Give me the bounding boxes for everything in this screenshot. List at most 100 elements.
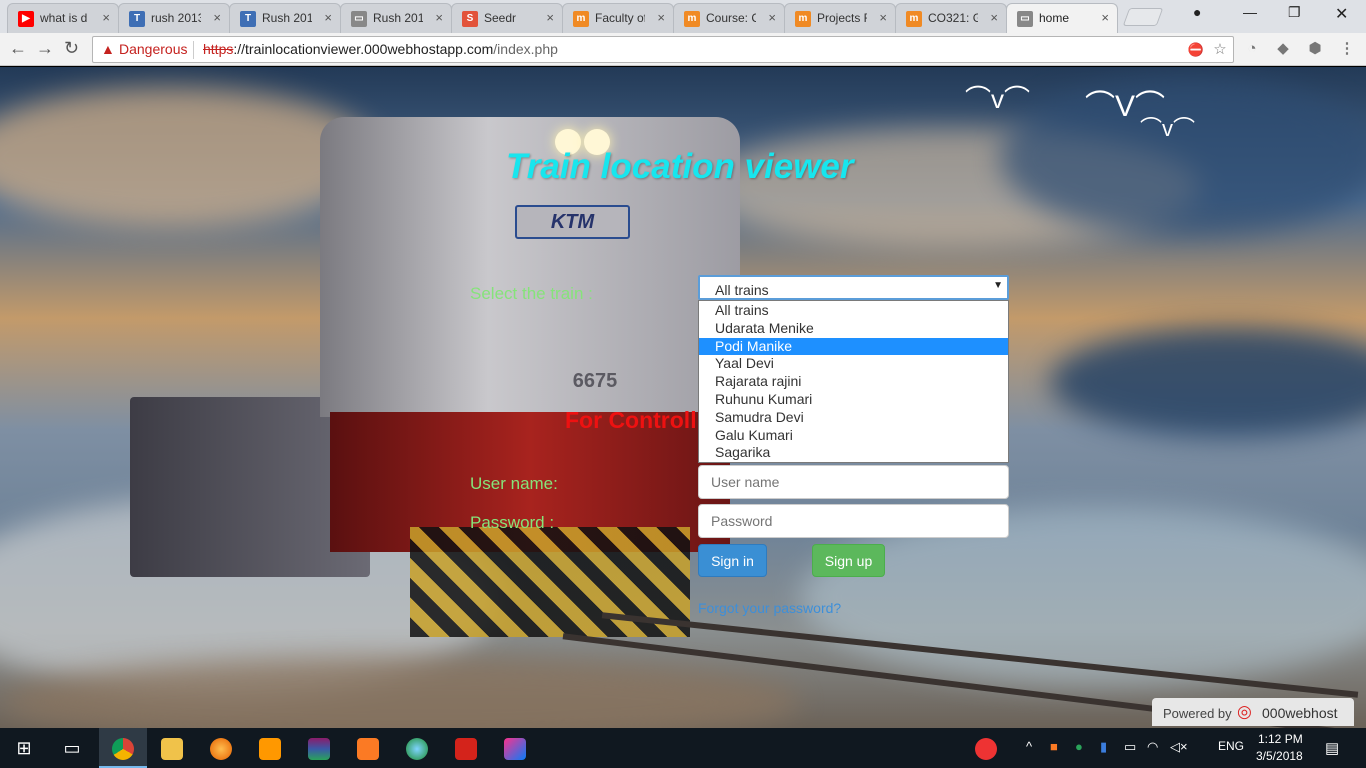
clock-time[interactable]: 1:12 PM: [1258, 732, 1303, 746]
train-option[interactable]: Udarata Menike: [699, 320, 1008, 337]
extension-timer-icon[interactable]: ◔: [1243, 40, 1261, 58]
browser-tab[interactable]: m Course: C ×: [673, 3, 785, 33]
minimize-icon[interactable]: —: [1243, 4, 1257, 20]
train-option[interactable]: Galu Kumari: [699, 427, 1008, 444]
train-logo-plate: KTM: [515, 205, 630, 239]
profile-icon[interactable]: ●: [1193, 4, 1201, 20]
sign-up-button[interactable]: Sign up: [812, 544, 885, 577]
menu-icon[interactable]: ⋮: [1338, 40, 1356, 58]
taskbar-winrar[interactable]: [295, 728, 343, 768]
browser-tab[interactable]: m Faculty of ×: [562, 3, 674, 33]
task-view-button[interactable]: ▭: [48, 728, 96, 768]
tab-close-icon[interactable]: ×: [1101, 10, 1109, 25]
powered-by-badge[interactable]: Powered by ◎ 000webhost: [1152, 698, 1354, 726]
address-divider: [193, 41, 194, 59]
language-indicator[interactable]: ENG: [1218, 739, 1244, 753]
tab-close-icon[interactable]: ×: [324, 10, 332, 25]
tray-app-icon[interactable]: ▮: [1100, 739, 1107, 755]
url-scheme: https: [203, 41, 234, 57]
close-window-icon[interactable]: ✕: [1335, 4, 1348, 24]
windows-taskbar: ⊞ ▭ ^ ■ ● ▮ ▭ ◠ ◁× ENG 1:12 PM 3/5/2018 …: [0, 728, 1366, 768]
winrar-icon: [308, 738, 330, 761]
tab-title: CO321: G: [928, 11, 978, 25]
forgot-password-link[interactable]: Forgot your password?: [698, 600, 841, 616]
tab-title: Rush 201: [373, 11, 423, 25]
document-icon: ▭: [1017, 11, 1033, 27]
reload-icon[interactable]: ↻: [64, 38, 79, 59]
taskbar-network-tool[interactable]: [393, 728, 441, 768]
train-option[interactable]: All trains: [699, 302, 1008, 319]
tab-title: Seedr: [484, 11, 517, 25]
tab-title: Rush 201: [262, 11, 312, 25]
username-input[interactable]: [698, 465, 1009, 499]
new-tab-button[interactable]: [1122, 8, 1164, 26]
browser-tab[interactable]: Trush 2013 ×: [118, 3, 230, 33]
start-button[interactable]: ⊞: [0, 728, 48, 768]
train-select[interactable]: All trains ▼: [698, 275, 1009, 300]
sublime-icon: [259, 738, 281, 761]
warning-icon: ▲: [101, 41, 115, 57]
browser-tab[interactable]: m CO321: G ×: [895, 3, 1007, 33]
browser-tab[interactable]: m Projects F ×: [784, 3, 896, 33]
tab-close-icon[interactable]: ×: [657, 10, 665, 25]
taskbar-file-explorer[interactable]: [148, 728, 196, 768]
train-option[interactable]: Podi Manike: [699, 337, 1008, 355]
tab-close-icon[interactable]: ×: [990, 10, 998, 25]
tab-close-icon[interactable]: ×: [102, 10, 110, 25]
taskbar-xampp[interactable]: [344, 728, 392, 768]
tab-close-icon[interactable]: ×: [435, 10, 443, 25]
browser-tab[interactable]: ▶ what is d ×: [7, 3, 119, 33]
tab-close-icon[interactable]: ×: [546, 10, 554, 25]
browser-tab-strip: ▶ what is d × Trush 2013 × T Rush 201 × ▭ Rush 20…: [0, 0, 1366, 33]
browser-tab[interactable]: S Seedr ×: [451, 3, 563, 33]
taskbar-chrome[interactable]: [99, 728, 147, 768]
wifi-icon[interactable]: ◠: [1147, 739, 1158, 755]
back-icon[interactable]: ←: [9, 38, 27, 59]
browser-tab[interactable]: T Rush 201 ×: [229, 3, 341, 33]
tray-xampp-icon[interactable]: ■: [1050, 739, 1058, 754]
maximize-icon[interactable]: ❐: [1288, 4, 1301, 21]
volume-icon[interactable]: ◁×: [1170, 739, 1188, 755]
address-bar[interactable]: ▲ Dangerous https://trainlocationviewer.…: [92, 36, 1234, 63]
cloud: [1050, 327, 1366, 437]
train-option[interactable]: Rajarata rajini: [699, 373, 1008, 390]
taskbar-intellij[interactable]: [491, 728, 539, 768]
tab-close-icon[interactable]: ×: [768, 10, 776, 25]
extension-cube-icon[interactable]: ◆: [1274, 40, 1292, 58]
train-option[interactable]: Ruhunu Kumari: [699, 391, 1008, 408]
train-select-value: All trains: [715, 282, 769, 298]
browser-tab[interactable]: ▭ Rush 201 ×: [340, 3, 452, 33]
powered-by-text: Powered by: [1163, 706, 1232, 721]
000webhost-logo-icon: ◎: [1237, 702, 1252, 721]
seagull-icon: ⌒v⌒: [1140, 116, 1196, 141]
tab-close-icon[interactable]: ×: [879, 10, 887, 25]
taskbar-acrobat[interactable]: [442, 728, 490, 768]
sign-in-button[interactable]: Sign in: [698, 544, 767, 577]
train-option[interactable]: Yaal Devi: [699, 355, 1008, 372]
tray-chevron-icon[interactable]: ^: [1026, 739, 1032, 754]
blocked-content-icon[interactable]: ⛔: [1187, 41, 1205, 59]
battery-icon[interactable]: ▭: [1124, 739, 1136, 755]
seagull-icon: ⌒v⌒: [965, 84, 1031, 114]
taskbar-firefox[interactable]: [197, 728, 245, 768]
browser-tab[interactable]: ▭ home ×: [1006, 3, 1118, 33]
clock-date[interactable]: 3/5/2018: [1256, 749, 1303, 763]
globe-icon: [406, 738, 428, 761]
acrobat-icon: [455, 738, 477, 761]
url-path: /index.php: [493, 41, 558, 57]
password-input[interactable]: [698, 504, 1009, 538]
action-center-icon[interactable]: ▤: [1325, 739, 1339, 757]
extension-shield-icon[interactable]: ⬢: [1306, 40, 1324, 58]
train-option[interactable]: Sagarika: [699, 444, 1008, 461]
forward-icon[interactable]: →: [36, 38, 54, 59]
tab-title: what is d: [40, 11, 88, 25]
bookmark-star-icon[interactable]: ☆: [1211, 41, 1229, 59]
train-option[interactable]: Samudra Devi: [699, 409, 1008, 426]
tab-close-icon[interactable]: ×: [213, 10, 221, 25]
train-number-plate: 6675: [572, 370, 618, 392]
security-status: Dangerous: [119, 41, 188, 57]
tray-globe-icon[interactable]: ●: [1075, 739, 1083, 754]
taskbar-sublime[interactable]: [246, 728, 294, 768]
page-title: Train location viewer: [506, 147, 854, 186]
taskbar-notification-app[interactable]: [966, 728, 1006, 768]
